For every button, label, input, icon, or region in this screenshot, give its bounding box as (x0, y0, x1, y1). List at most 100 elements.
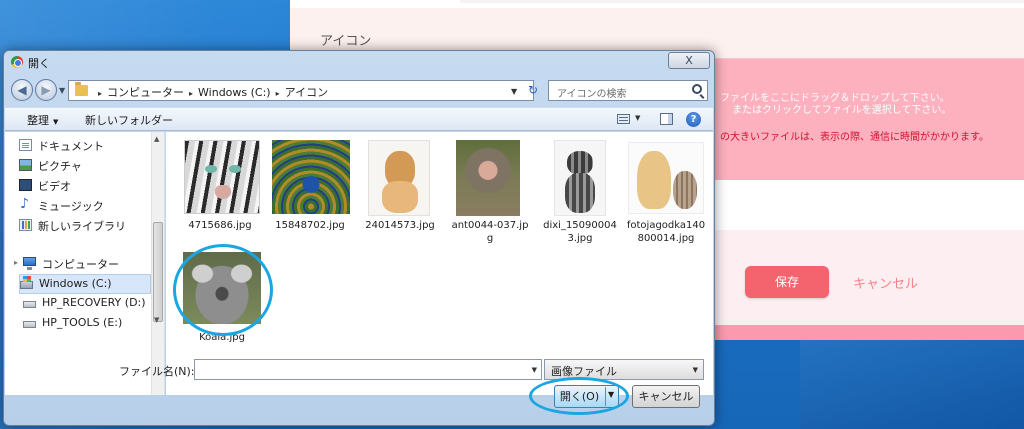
file-item[interactable]: ant0044-037.jpg (450, 138, 530, 244)
open-button-highlight-circle (529, 377, 629, 415)
breadcrumb-separator-icon: ▸ (98, 89, 103, 98)
file-item[interactable]: dixi_150900043.jpg (540, 138, 620, 244)
file-thumbnail (360, 138, 440, 218)
dropzone-text-line2: またはクリックしてファイルを選択して下さい。 (732, 105, 952, 116)
forward-button[interactable]: ▶ (35, 79, 57, 101)
folder-icon (75, 82, 88, 96)
top-input-bar (460, 0, 1024, 3)
scrollbar-thumb[interactable] (153, 222, 163, 322)
address-bar[interactable]: ▸ コンピューター ▸ Windows (C:) ▸ アイコン (68, 80, 534, 101)
breadcrumb: ▸ コンピューター ▸ Windows (C:) ▸ アイコン (93, 84, 328, 100)
nav-item-label: ビデオ (38, 180, 71, 193)
filename-input[interactable]: ▼ (194, 359, 542, 380)
music-icon (19, 196, 32, 212)
nav-pane-scrollbar[interactable]: ▲ ▼ (151, 132, 164, 395)
nav-item-new-library[interactable]: 新しいライブラリ (19, 216, 149, 236)
file-thumbnail (626, 138, 706, 218)
search-input[interactable]: アイコンの検索 (548, 80, 708, 101)
peacock-thumbnail (272, 140, 350, 214)
recent-locations-dropdown[interactable]: ▼ (59, 86, 65, 95)
webpage-cancel-link[interactable]: キャンセル (853, 273, 918, 292)
change-view-icon[interactable] (617, 114, 630, 124)
nav-item-label: ドキュメント (38, 140, 104, 153)
new-folder-button[interactable]: 新しいフォルダー (85, 112, 173, 128)
help-icon[interactable]: ? (686, 112, 701, 127)
back-arrow-icon: ◀ (17, 83, 27, 97)
breadcrumb-separator-icon: ▸ (189, 89, 194, 98)
view-options-chevron-icon[interactable]: ▼ (635, 114, 640, 122)
expand-arrow-icon[interactable]: ▸ (14, 258, 18, 267)
file-item[interactable]: 24014573.jpg (360, 138, 440, 242)
file-list: 4715686.jpg 15848702.jpg 24014573.jpg an… (166, 132, 713, 395)
file-item[interactable]: 15848702.jpg (270, 138, 350, 242)
file-name: 24014573.jpg (365, 220, 435, 231)
document-icon (19, 139, 32, 151)
computer-icon (23, 257, 36, 270)
refresh-button[interactable]: ↻ (523, 81, 543, 100)
webpage-top-strip (290, 0, 1024, 8)
video-icon (19, 179, 32, 191)
breadcrumb-windows-drive[interactable]: Windows (C:) (198, 86, 271, 99)
nav-item-label: ピクチャ (38, 160, 82, 173)
breadcrumb-computer[interactable]: コンピューター (107, 86, 184, 99)
kitten-thumbnail (554, 140, 606, 216)
dialog-titlebar[interactable]: 開く X (4, 51, 714, 73)
chevron-down-icon: ▼ (692, 366, 698, 374)
file-thumbnail (450, 138, 530, 218)
forward-arrow-icon: ▶ (41, 83, 51, 97)
breadcrumb-icon-folder[interactable]: アイコン (285, 86, 328, 99)
filename-dropdown-icon[interactable]: ▼ (532, 366, 537, 374)
nav-item-documents[interactable]: ドキュメント (19, 136, 149, 156)
nav-item-windows-drive[interactable]: Windows (C:) (19, 274, 151, 294)
cancel-button[interactable]: キャンセル (632, 385, 700, 408)
file-item[interactable]: fotojagodka140800014.jpg (626, 138, 706, 244)
file-thumbnail (180, 138, 260, 218)
close-icon: X (685, 54, 693, 67)
koala-highlight-circle (173, 244, 273, 336)
dialog-toolbar: 整理 ▼ 新しいフォルダー ▼ ? (5, 107, 713, 131)
file-name: 4715686.jpg (188, 220, 252, 231)
desktop-glow (800, 340, 1024, 429)
drive-icon (23, 301, 36, 308)
nav-item-hp-recovery[interactable]: HP_RECOVERY (D:) (23, 294, 149, 314)
file-thumbnail (270, 138, 350, 218)
nav-item-hp-tools[interactable]: HP_TOOLS (E:) (23, 314, 149, 334)
breadcrumb-separator-icon: ▸ (275, 89, 280, 98)
file-item[interactable]: 4715686.jpg (180, 138, 260, 242)
navigation-pane: ドキュメント ピクチャ ビデオ ミュージック 新しいライブラリ ▸ コンピュータ… (5, 132, 165, 395)
search-icon (692, 84, 702, 94)
nav-item-pictures[interactable]: ピクチャ (19, 156, 149, 176)
filename-label: ファイル名(N): (119, 365, 195, 378)
organize-button[interactable]: 整理 ▼ (27, 112, 58, 128)
save-button[interactable]: 保存 (745, 266, 829, 298)
nav-item-label: Windows (C:) (39, 277, 112, 290)
file-thumbnail (540, 138, 620, 218)
close-button[interactable]: X (668, 52, 710, 69)
nav-item-label: HP_RECOVERY (D:) (42, 296, 146, 309)
nav-item-label: ミュージック (38, 200, 104, 213)
organize-label: 整理 (27, 114, 49, 127)
chrome-icon (11, 56, 23, 68)
file-name: fotojagodka140800014.jpg (626, 220, 706, 244)
address-dropdown-icon[interactable]: ▼ (511, 87, 517, 96)
tiger-thumbnail (184, 140, 260, 214)
nav-item-label: HP_TOOLS (E:) (42, 316, 123, 329)
scroll-down-icon[interactable]: ▼ (154, 316, 159, 324)
icon-section-label: アイコン (320, 34, 372, 49)
back-button[interactable]: ◀ (11, 79, 33, 101)
dog-and-cat-thumbnail (628, 142, 704, 214)
windows-drive-icon (20, 276, 33, 289)
preview-pane-icon[interactable] (660, 113, 673, 125)
dialog-title: 開く (28, 57, 50, 70)
monkey-thumbnail (456, 140, 520, 216)
nav-item-music[interactable]: ミュージック (19, 196, 149, 216)
nav-item-label: 新しいライブラリ (38, 220, 126, 233)
search-placeholder: アイコンの検索 (557, 89, 627, 100)
open-file-dialog: 開く X ◀ ▶ ▼ ▸ コンピューター ▸ Windows (C:) ▸ アイコン ▼ … (3, 50, 715, 426)
nav-item-computer[interactable]: コンピューター (23, 254, 149, 274)
dropzone-warning-text: の大きいファイルは、表示の際、通信に時間がかかります。 (720, 132, 989, 143)
chevron-down-icon: ▼ (53, 118, 59, 126)
nav-item-label: コンピューター (42, 258, 119, 271)
nav-item-videos[interactable]: ビデオ (19, 176, 149, 196)
scroll-up-icon[interactable]: ▲ (154, 135, 159, 143)
